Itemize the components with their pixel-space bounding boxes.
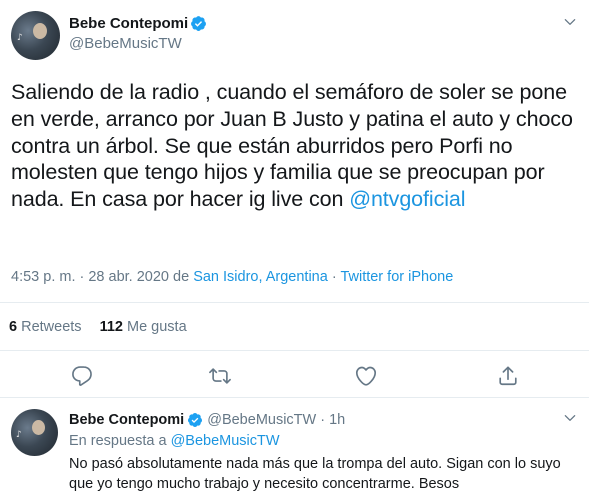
handle[interactable]: @BebeMusicTW (69, 34, 207, 53)
handle-and-time[interactable]: @BebeMusicTW · 1h (203, 412, 345, 428)
divider (0, 302, 589, 303)
reply-prefix: En respuesta a (69, 433, 171, 449)
tweet-body: Saliendo de la radio , cuando el semáfor… (11, 80, 579, 212)
retweets-stat[interactable]: 6 Retweets (9, 319, 82, 335)
share-icon[interactable] (497, 365, 519, 387)
engagement-stats: 6 Retweets 112 Me gusta (9, 317, 187, 337)
verified-badge-icon (188, 413, 203, 428)
timestamp[interactable]: 4:53 p. m. · 28 abr. 2020 de (11, 269, 193, 285)
divider (0, 350, 589, 351)
verified-badge-icon (191, 16, 207, 31)
divider (0, 397, 589, 398)
tweet-text: Saliendo de la radio , cuando el semáfor… (11, 79, 586, 213)
likes-count: 112 (99, 319, 123, 335)
main-tweet: ♪ Bebe Contepomi @BebeMusicTW Saliendo d… (0, 0, 589, 398)
reply-text: No pasó absolutamente nada más que la tr… (69, 456, 561, 492)
tweet-metadata: 4:53 p. m. · 28 abr. 2020 de San Isidro,… (11, 267, 453, 287)
chevron-down-icon[interactable] (563, 411, 577, 425)
author-block[interactable]: Bebe Contepomi @BebeMusicTW (69, 14, 207, 53)
avatar[interactable]: ♪ (11, 409, 58, 456)
retweets-label: Retweets (21, 319, 82, 335)
action-bar (0, 365, 589, 387)
retweet-icon[interactable] (209, 365, 231, 387)
reply-icon[interactable] (71, 365, 93, 387)
display-name[interactable]: Bebe Contepomi (69, 14, 188, 33)
reply-header: Bebe Contepomi @BebeMusicTW · 1h (69, 411, 345, 430)
reply-context: En respuesta a @BebeMusicTW (69, 432, 280, 451)
reply-to-link[interactable]: @BebeMusicTW (171, 433, 280, 449)
mention-link[interactable]: @ntvgoficial (349, 187, 465, 211)
retweets-count: 6 (9, 319, 18, 335)
avatar[interactable]: ♪ (11, 11, 60, 60)
meta-separator: · (327, 269, 341, 285)
chevron-down-icon[interactable] (563, 15, 577, 29)
reply-tweet[interactable]: ♪ Bebe Contepomi @BebeMusicTW · 1h En re… (0, 399, 589, 503)
display-name[interactable]: Bebe Contepomi (69, 412, 184, 428)
source-link[interactable]: Twitter for iPhone (340, 269, 453, 285)
like-icon[interactable] (355, 365, 377, 387)
location-link[interactable]: San Isidro, Argentina (193, 269, 328, 285)
likes-stat[interactable]: 112 Me gusta (100, 319, 187, 335)
likes-label: Me gusta (127, 319, 187, 335)
